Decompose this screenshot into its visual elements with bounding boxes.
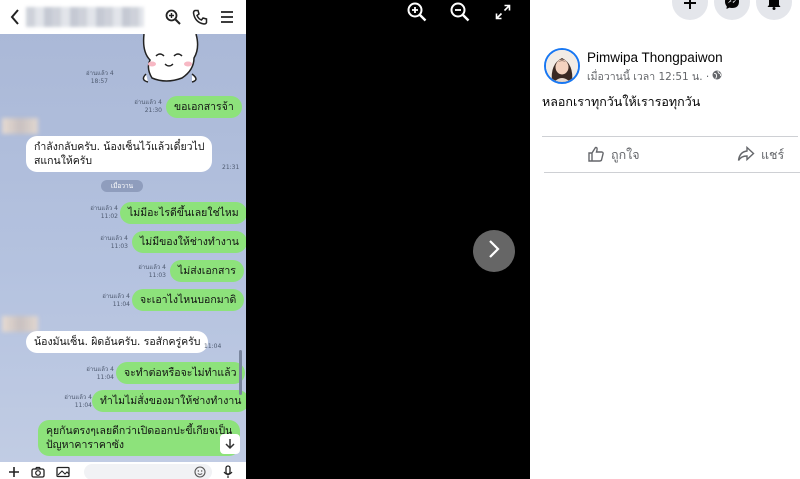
message-bubble-out: ไม่มีอะไรดีขึ้นเลยใช่ไหม bbox=[120, 202, 246, 224]
zoom-in-icon[interactable] bbox=[405, 0, 429, 24]
back-icon[interactable] bbox=[6, 7, 24, 27]
read-receipt: อ่านแล้ว 4 11:03 bbox=[138, 264, 166, 279]
share-icon bbox=[737, 145, 755, 165]
like-button[interactable]: ถูกใจ bbox=[587, 145, 640, 165]
share-button[interactable]: แชร์ bbox=[737, 145, 784, 165]
messenger-icon bbox=[724, 0, 740, 14]
read-receipt: อ่านแล้ว 4 18:57 bbox=[86, 70, 114, 85]
share-label: แชร์ bbox=[761, 147, 785, 162]
scroll-to-bottom-button[interactable] bbox=[220, 434, 240, 454]
facebook-post-panel: Pimwipa Thongpaiwon เมื่อวานนี้ เวลา 12:… bbox=[530, 0, 800, 479]
post-author-name[interactable]: Pimwipa Thongpaiwon bbox=[587, 50, 723, 65]
chat-header bbox=[0, 0, 246, 34]
camera-icon[interactable] bbox=[30, 464, 46, 479]
next-photo-button[interactable] bbox=[473, 230, 515, 272]
avatar[interactable] bbox=[544, 48, 580, 84]
fullscreen-icon[interactable] bbox=[491, 0, 515, 24]
globe-icon bbox=[712, 70, 722, 83]
chat-scrollbar[interactable] bbox=[239, 350, 242, 395]
messenger-button[interactable] bbox=[714, 0, 750, 20]
message-bubble-out: จะทำต่อหรือจะไม่ทำแล้ว bbox=[116, 362, 245, 384]
message-bubble-out: คุยกันตรงๆเลยดีกว่าเปิดออกปะขี้เกียจเป็น… bbox=[38, 420, 241, 456]
search-icon[interactable] bbox=[164, 7, 182, 27]
chat-screenshot: อ่านแล้ว 4 18:57 อ่านแล้ว 4 21:30 ขอเอกส… bbox=[0, 0, 246, 479]
contact-avatar-blurred bbox=[2, 118, 38, 134]
plus-icon[interactable] bbox=[6, 464, 22, 479]
plus-icon bbox=[683, 0, 697, 14]
post-timestamp[interactable]: เมื่อวานนี้ เวลา 12:51 น. · bbox=[587, 68, 709, 85]
chat-input-bar bbox=[0, 462, 246, 479]
message-bubble-out: ไม่มีของให้ช่างทำงาน bbox=[132, 231, 246, 253]
notifications-button[interactable] bbox=[756, 0, 792, 20]
create-button[interactable] bbox=[672, 0, 708, 20]
message-bubble-in: น้องมันเซ็น. ผิดอันครับ. รอสักครู่ครับ bbox=[26, 331, 209, 353]
message-time: 21:31 bbox=[222, 164, 240, 171]
photo-viewer bbox=[246, 0, 530, 479]
read-receipt: อ่านแล้ว 4 11:02 bbox=[90, 205, 118, 220]
chevron-right-icon bbox=[488, 239, 500, 263]
contact-avatar-blurred bbox=[2, 316, 38, 332]
sticker-image bbox=[142, 34, 199, 83]
menu-icon[interactable] bbox=[218, 7, 236, 27]
read-receipt: อ่านแล้ว 4 11:04 bbox=[86, 366, 114, 381]
message-bubble-out: ขอเอกสารจ้า bbox=[166, 96, 242, 118]
read-receipt: อ่านแล้ว 4 11:03 bbox=[100, 235, 128, 250]
read-receipt: อ่านแล้ว 4 11:04 bbox=[102, 293, 130, 308]
zoom-out-icon[interactable] bbox=[448, 0, 472, 24]
contact-name-blurred bbox=[26, 7, 144, 27]
like-label: ถูกใจ bbox=[611, 147, 640, 162]
date-divider: เมื่อวาน bbox=[101, 180, 143, 192]
read-receipt: อ่านแล้ว 4 11:04 bbox=[64, 394, 92, 409]
divider bbox=[544, 172, 800, 173]
message-bubble-out: ทำไมไม่สั่งของมาให้ช่างทำงาน bbox=[92, 390, 246, 412]
message-bubble-out: จะเอาไงไหนบอกมาดิ bbox=[132, 289, 245, 311]
post-meta: เมื่อวานนี้ เวลา 12:51 น. · bbox=[587, 68, 722, 85]
mic-icon[interactable] bbox=[220, 464, 236, 479]
message-bubble-in: กำลังกลับครับ. น้องเซ็นไว้แล้วเดี๋ยวไป ส… bbox=[26, 136, 213, 172]
bell-icon bbox=[767, 0, 781, 14]
message-time: 11:04 bbox=[204, 343, 222, 350]
like-icon bbox=[587, 145, 605, 166]
arrow-down-icon bbox=[225, 435, 235, 454]
image-icon[interactable] bbox=[55, 464, 71, 479]
read-receipt: อ่านแล้ว 4 21:30 bbox=[134, 99, 162, 114]
phone-icon[interactable] bbox=[191, 7, 209, 27]
message-bubble-out: ไม่ส่งเอกสาร bbox=[170, 260, 244, 282]
post-text: หลอกเราทุกวันให้เรารอทุกวัน bbox=[542, 94, 701, 109]
emoji-icon[interactable] bbox=[192, 464, 208, 479]
divider bbox=[542, 136, 798, 137]
